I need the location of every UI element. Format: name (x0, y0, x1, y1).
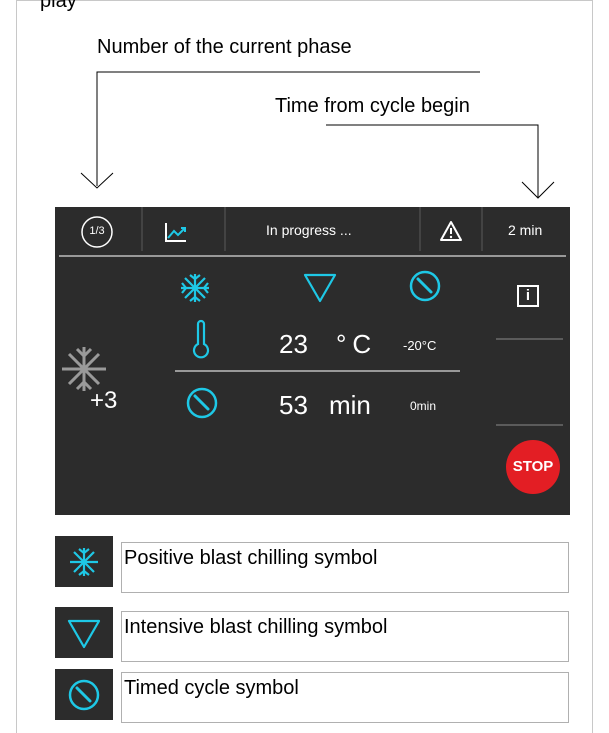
time-value: 53 (279, 390, 308, 420)
temperature-value: 23 (279, 329, 308, 359)
snowflake-icon (70, 548, 98, 576)
info-button[interactable]: i (518, 286, 538, 306)
legend-text-2: Intensive blast chilling symbol (121, 611, 569, 662)
elapsed-time: 2 min (508, 222, 543, 238)
callout-phase-line (96, 71, 480, 186)
triangle-down-icon (67, 619, 101, 649)
warning-icon (440, 221, 462, 241)
temperature-target: -20°C (403, 338, 437, 353)
snowflake-level-icon (62, 347, 106, 391)
callout-time-line (326, 124, 539, 197)
time-clock-icon (186, 387, 218, 419)
snow-level-value: +3 (90, 387, 118, 414)
stop-button[interactable]: STOP (506, 458, 560, 475)
time-unit: min (329, 390, 371, 420)
temperature-unit: °C (336, 329, 378, 359)
legend-text-1: Positive blast chilling symbol (121, 542, 569, 593)
controller-display: 1/3 In progress ... 2 min 23 °C -20°C 53… (55, 207, 570, 515)
timed-cycle-clock-icon (409, 270, 441, 302)
positive-chill-snowflake-icon (181, 274, 209, 302)
legend-icon-box-3 (55, 669, 113, 720)
legend-text-3: Timed cycle symbol (121, 672, 569, 723)
legend-icon-box-2 (55, 607, 113, 658)
clock-icon (68, 679, 100, 711)
time-target: 0min (410, 399, 437, 413)
thermometer-icon (192, 319, 210, 359)
display-graphics (59, 207, 566, 494)
status-text: In progress ... (266, 222, 352, 238)
graph-icon (165, 223, 186, 242)
intensive-chill-triangle-icon (303, 273, 337, 303)
legend-icon-box-1 (55, 536, 113, 587)
phase-indicator[interactable]: 1/3 (86, 225, 108, 237)
